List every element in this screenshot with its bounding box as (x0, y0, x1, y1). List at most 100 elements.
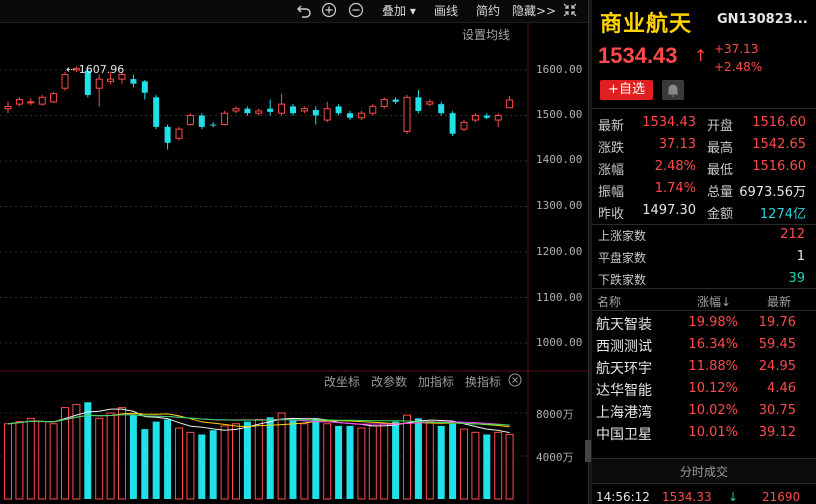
volume-bar (84, 402, 92, 499)
draw-line-button[interactable]: 画线 (434, 2, 458, 20)
candle-body (255, 110, 263, 114)
undo-icon[interactable] (296, 2, 312, 18)
candle-body (175, 128, 183, 139)
price-change: +37.13 (714, 42, 759, 56)
list-item[interactable]: 航天环宇 11.88% 24.95 (592, 356, 808, 378)
list-header-name[interactable]: 名称 (597, 293, 621, 310)
candle-body (506, 99, 514, 109)
candle-body (153, 97, 160, 127)
volume-bar (209, 430, 217, 499)
stock-price: 4.46 (767, 381, 796, 396)
volume-bar (118, 407, 126, 500)
candle-body (244, 108, 251, 114)
sector-name: 商业航天 (600, 12, 693, 37)
list-header-price[interactable]: 最新 (767, 293, 791, 310)
list-item[interactable]: 西测测试 16.34% 59.45 (592, 334, 808, 356)
list-item[interactable]: 达华智能 10.12% 4.46 (592, 378, 808, 400)
tick-row: 14:56:12 1534.33 ↓ 21690 (592, 490, 816, 504)
price-tick-label: 1600.00 (536, 63, 583, 76)
stock-pct: 10.02% (688, 403, 738, 418)
candle-body (415, 97, 422, 111)
candle-body (267, 108, 274, 112)
candle-body (471, 115, 479, 121)
field-label: 振幅 (598, 185, 625, 200)
field-label: 最低 (707, 163, 734, 178)
collapse-icon[interactable] (562, 2, 578, 18)
candle-body (164, 126, 171, 143)
volume-bar (49, 423, 58, 500)
add-watchlist-button[interactable]: +自选 (600, 80, 653, 100)
candle-body (357, 112, 365, 119)
change-axis-button[interactable]: 改坐标 (324, 373, 360, 390)
overlay-label: 叠加 (382, 4, 407, 18)
switch-indicator-button[interactable]: 换指标 (465, 373, 501, 390)
candle-body (61, 74, 69, 89)
candle-body (107, 78, 115, 82)
candle-body (426, 101, 434, 105)
volume-bar (220, 425, 229, 500)
field-value: 6973.56万 (739, 185, 806, 200)
volume-bar (198, 434, 206, 499)
volume-tick-label: 4000万 (536, 451, 574, 464)
stock-name: 中国卫星 (596, 427, 652, 443)
list-item[interactable]: 上海港湾 10.02% 30.75 (592, 400, 808, 422)
volume-bar (129, 415, 137, 499)
candle-body (290, 106, 296, 114)
divider (592, 108, 816, 109)
stock-price: 59.45 (758, 337, 796, 352)
change-params-button[interactable]: 改参数 (371, 373, 407, 390)
brief-button[interactable]: 简约 (476, 2, 500, 20)
candle-body (403, 96, 411, 132)
price-tick-label: 1100.00 (536, 291, 583, 304)
volume-bar (243, 421, 251, 499)
side-collapse-handle[interactable] (585, 440, 591, 462)
zoom-out-icon[interactable] (348, 2, 364, 18)
breadth-label: 下跌家数 (598, 273, 647, 287)
hide-button[interactable]: 隐藏>> (512, 2, 556, 20)
volume-bar (266, 417, 274, 499)
volume-bar (335, 425, 343, 499)
peak-label: 1607.96 (78, 63, 125, 76)
overlay-button[interactable]: 叠加 ▾ (382, 2, 416, 20)
field-value: 1542.65 (752, 137, 806, 152)
tick-trades-header[interactable]: 分时成交 (592, 458, 816, 484)
candle-body (494, 115, 502, 121)
volume-bar (346, 425, 354, 499)
set-ma-button[interactable]: 设置均线 (462, 26, 510, 43)
candle-body (232, 108, 240, 112)
volume-bar (38, 421, 47, 500)
kline-chart[interactable] (0, 23, 588, 504)
volume-bar (4, 423, 12, 500)
list-item[interactable]: 航天智装 19.98% 19.76 (592, 312, 808, 334)
volume-bar (437, 425, 445, 499)
add-indicator-button[interactable]: 加指标 (418, 373, 454, 390)
volume-bar (312, 418, 320, 499)
volume-bar (471, 431, 480, 500)
up-arrow-icon: ↑ (694, 46, 708, 65)
stock-price: 24.95 (758, 359, 796, 374)
field-label: 涨幅 (598, 163, 625, 178)
candle-body (50, 93, 58, 103)
close-icon[interactable] (508, 373, 522, 387)
candle-body (210, 124, 217, 126)
volume-bar (277, 412, 286, 500)
list-item[interactable]: 中国卫星 10.01% 39.12 (592, 422, 808, 444)
price-tick-label: 1000.00 (536, 336, 583, 349)
volume-bar (392, 421, 400, 499)
candle-body (323, 108, 331, 121)
volume-bar (380, 423, 389, 500)
candle-body (312, 110, 319, 116)
bell-icon (668, 84, 678, 97)
alert-button[interactable] (662, 80, 684, 100)
field-label: 总量 (707, 185, 734, 200)
volume-bar (61, 407, 69, 500)
candle-body (130, 79, 137, 84)
stock-name: 上海港湾 (596, 405, 652, 421)
list-header-pct[interactable]: 涨幅↓ (697, 293, 731, 310)
breadth-value: 1 (796, 249, 805, 264)
price-tick-label: 1500.00 (536, 108, 583, 121)
field-value: 2.48% (654, 159, 696, 174)
candle-body (335, 106, 342, 114)
price-tick-label: 1400.00 (536, 153, 583, 166)
zoom-in-icon[interactable] (321, 2, 337, 18)
